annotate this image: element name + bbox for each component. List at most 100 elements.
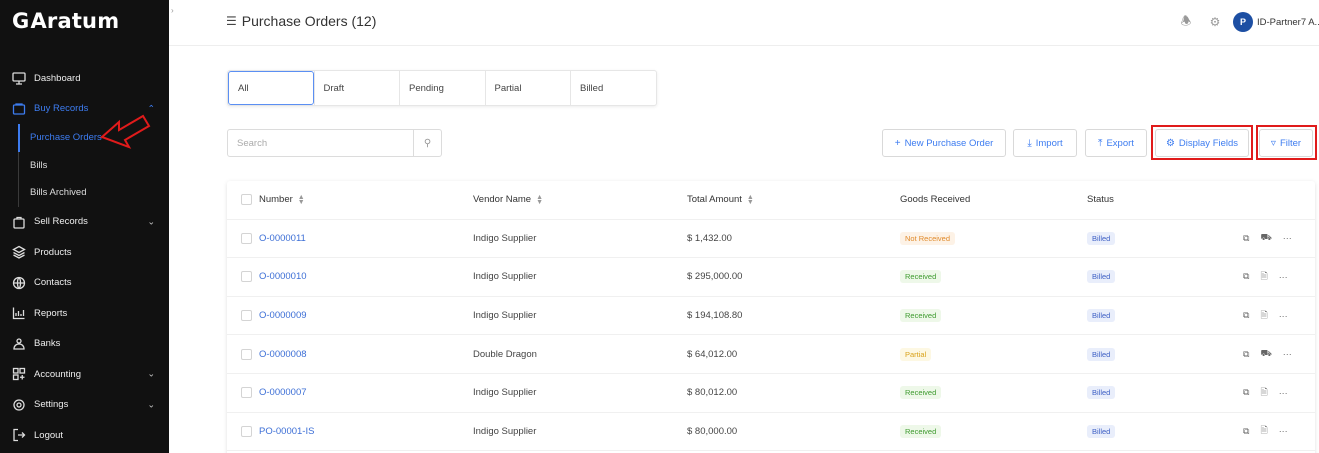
document-icon[interactable]: 🗎 (1260, 269, 1267, 285)
sidebar-item-bills-archived[interactable]: Bills Archived (19, 179, 169, 207)
select-all-checkbox[interactable] (241, 194, 252, 206)
sidebar-item-label: Settings (34, 399, 69, 411)
globe-icon (11, 275, 27, 291)
more-icon[interactable]: ··· (1279, 426, 1288, 436)
status-tabs: All Draft Pending Partial Billed (227, 70, 657, 106)
row-checkbox[interactable] (241, 310, 252, 322)
row-checkbox[interactable] (241, 232, 252, 244)
order-number-link[interactable]: O-0000010 (259, 258, 307, 296)
user-name[interactable]: ID-Partner7 A... (1257, 17, 1319, 28)
row-checkbox[interactable] (241, 271, 252, 283)
search-input[interactable] (228, 130, 413, 156)
status-badge: Billed (1087, 386, 1116, 400)
truck-icon[interactable]: ⛟ (1260, 232, 1271, 244)
tab-draft[interactable]: Draft (313, 71, 400, 105)
tab-partial[interactable]: Partial (484, 71, 571, 105)
goods-status-badge: Received (900, 270, 942, 284)
sidebar-item-accounting[interactable]: Accounting ⌄ (0, 359, 169, 390)
total-amount: $ 64,012.00 (687, 348, 738, 360)
vendor-name: Double Dragon (473, 348, 537, 360)
sidebar: G Aratum Dashboard Buy Records ⌃ Purchase… (0, 0, 169, 453)
chevron-down-icon: ⌄ (147, 368, 155, 379)
copy-icon[interactable]: ⧉ (1243, 349, 1249, 360)
vendor-name: Indigo Supplier (473, 310, 537, 322)
tab-all[interactable]: All (228, 71, 314, 105)
sidebar-item-bills[interactable]: Bills (19, 152, 169, 180)
status-badge: Billed (1087, 270, 1116, 284)
sidebar-item-contacts[interactable]: Contacts (0, 268, 169, 299)
chart-icon (11, 305, 27, 321)
button-label: Import (1035, 137, 1063, 149)
table-row[interactable]: O-0000008 Double Dragon $ 64,012.00 Part… (227, 335, 1315, 374)
header-actions: 🕭 ⚙ P ID-Partner7 A... (1175, 11, 1319, 33)
truck-icon[interactable]: ⛟ (1260, 348, 1271, 360)
table-row[interactable]: PO-00001-IS Indigo Supplier $ 80,000.00 … (227, 413, 1315, 452)
new-purchase-order-button[interactable]: + New Purchase Order (882, 129, 1006, 157)
list-indent-icon[interactable]: ☰ (226, 14, 237, 28)
sort-icon[interactable]: ▲ ▼ (747, 194, 754, 206)
column-number[interactable]: Number ▲ ▼ (259, 181, 305, 219)
highlight-display-fields (1151, 125, 1253, 160)
tab-billed[interactable]: Billed (570, 71, 656, 105)
plus-icon: + (894, 137, 901, 149)
column-label: Goods Received (900, 194, 971, 206)
document-icon[interactable]: 🗎 (1260, 423, 1267, 439)
table-row[interactable]: O-0000007 Indigo Supplier $ 80,012.00 Re… (227, 374, 1315, 413)
vendor-name: Indigo Supplier (473, 232, 537, 244)
sidebar-item-label: Logout (34, 429, 64, 441)
highlight-filter (1256, 125, 1317, 160)
order-number-link[interactable]: O-0000008 (259, 335, 307, 373)
table-row[interactable]: O-0000009 Indigo Supplier $ 194,108.80 R… (227, 297, 1315, 336)
document-icon[interactable]: 🗎 (1260, 385, 1267, 401)
row-checkbox[interactable] (241, 387, 252, 399)
download-icon: ⤓ (1027, 137, 1032, 149)
document-icon[interactable]: 🗎 (1260, 308, 1267, 324)
more-icon[interactable]: ··· (1279, 311, 1288, 321)
order-number-link[interactable]: O-0000009 (259, 297, 307, 335)
import-button[interactable]: ⤓ Import (1013, 129, 1077, 157)
gear-icon (11, 397, 27, 413)
row-checkbox[interactable] (241, 348, 252, 360)
column-total[interactable]: Total Amount ▲ ▼ (687, 181, 754, 219)
button-label: New Purchase Order (904, 137, 994, 149)
copy-icon[interactable]: ⧉ (1243, 271, 1249, 282)
more-icon[interactable]: ··· (1279, 388, 1288, 398)
monitor-icon (11, 70, 27, 86)
grid-icon (11, 366, 27, 382)
sort-icon[interactable]: ▲ ▼ (536, 194, 543, 206)
order-number-link[interactable]: O-0000011 (259, 220, 306, 258)
copy-icon[interactable]: ⧉ (1243, 233, 1249, 244)
bell-icon[interactable]: 🕭 (1175, 11, 1197, 33)
sidebar-item-label: Banks (34, 338, 61, 350)
tab-pending[interactable]: Pending (399, 71, 485, 105)
copy-icon[interactable]: ⧉ (1243, 426, 1249, 437)
order-number-link[interactable]: PO-00001-IS (259, 413, 314, 451)
chevron-down-icon: ⌄ (147, 399, 155, 410)
sidebar-item-banks[interactable]: Banks (0, 329, 169, 360)
more-icon[interactable]: ··· (1283, 349, 1292, 359)
more-icon[interactable]: ··· (1283, 233, 1292, 243)
order-number-link[interactable]: O-0000007 (259, 374, 307, 412)
sidebar-item-products[interactable]: Products (0, 237, 169, 268)
sidebar-item-settings[interactable]: Settings ⌄ (0, 390, 169, 421)
brand-logo[interactable]: G Aratum (12, 7, 119, 35)
sidebar-item-logout[interactable]: Logout (0, 420, 169, 451)
sort-icon[interactable]: ▲ ▼ (298, 194, 305, 206)
copy-icon[interactable]: ⧉ (1243, 387, 1249, 398)
export-button[interactable]: ⤒ Export (1085, 129, 1147, 157)
column-vendor[interactable]: Vendor Name ▲ ▼ (473, 181, 543, 219)
page-title-text: Purchase Orders (12) (241, 13, 377, 29)
row-checkbox[interactable] (241, 425, 252, 437)
gear-icon[interactable]: ⚙ (1204, 11, 1226, 33)
goods-status-badge: Not Received (900, 231, 956, 245)
avatar[interactable]: P (1233, 12, 1253, 32)
sidebar-item-sell-records[interactable]: Sell Records ⌄ (0, 207, 169, 238)
table-row[interactable]: O-0000010 Indigo Supplier $ 295,000.00 R… (227, 258, 1315, 297)
search-icon[interactable]: ⚲ (413, 130, 441, 156)
copy-icon[interactable]: ⧉ (1243, 310, 1249, 321)
table-row[interactable]: O-0000011 Indigo Supplier $ 1,432.00 Not… (227, 220, 1315, 259)
table-header-row: Number ▲ ▼ Vendor Name ▲ ▼ Total Amount ▲ ▼ Go… (227, 181, 1315, 220)
sidebar-item-dashboard[interactable]: Dashboard (0, 63, 169, 94)
more-icon[interactable]: ··· (1279, 272, 1288, 282)
sidebar-item-reports[interactable]: Reports (0, 298, 169, 329)
